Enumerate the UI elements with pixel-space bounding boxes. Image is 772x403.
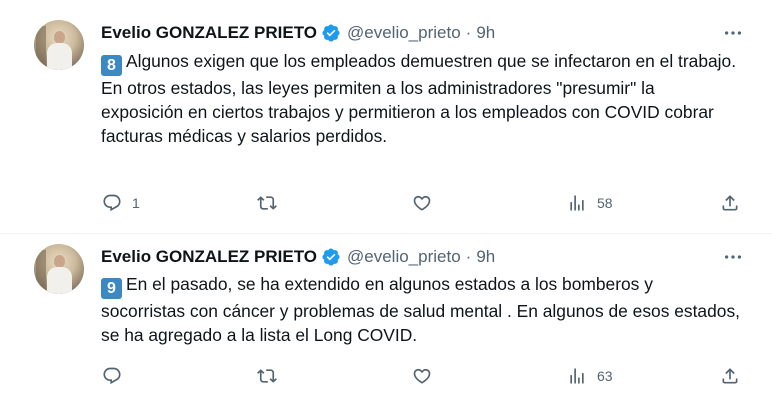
tweet-actions: 63 — [100, 364, 750, 388]
author-handle[interactable]: @evelio_prieto — [347, 247, 461, 267]
like-button[interactable] — [412, 364, 442, 388]
avatar-body — [47, 267, 72, 294]
separator: · — [465, 23, 472, 42]
avatar[interactable] — [34, 20, 84, 70]
tweet-header: Evelio GONZALEZ PRIETO @evelio_prieto · … — [101, 22, 495, 44]
thread: Evelio GONZALEZ PRIETO @evelio_prieto · … — [0, 0, 772, 402]
timestamp[interactable]: 9h — [476, 23, 495, 43]
tweet-header: Evelio GONZALEZ PRIETO @evelio_prieto · … — [101, 246, 495, 268]
views-icon — [570, 368, 584, 384]
share-button[interactable] — [720, 191, 740, 215]
author-name[interactable]: Evelio GONZALEZ PRIETO — [101, 23, 317, 43]
reply-icon — [103, 367, 121, 385]
share-button[interactable] — [720, 364, 740, 388]
tweet-text: 8 Algunos exigen que los empleados demues… — [101, 49, 741, 148]
views-count: 63 — [597, 368, 613, 384]
tweet[interactable]: Evelio GONZALEZ PRIETO @evelio_prieto · … — [0, 0, 772, 233]
views-count: 58 — [597, 195, 613, 211]
avatar-background — [36, 250, 46, 290]
tweet-text-span: En el pasado, se ha extendido en algunos… — [101, 274, 740, 345]
share-icon — [722, 195, 738, 211]
retweet-button[interactable] — [257, 191, 287, 215]
reply-button[interactable]: 1 — [102, 191, 140, 215]
reply-button[interactable] — [102, 364, 132, 388]
author-handle[interactable]: @evelio_prieto — [347, 23, 461, 43]
share-icon — [722, 368, 738, 384]
tweet-text-line: 8 Algunos exigen que los empleados demues… — [101, 49, 741, 76]
like-icon — [413, 195, 431, 211]
tweet-text-line: 9 En el pasado, se ha extendido en alguno… — [101, 272, 741, 347]
more-icon[interactable] — [722, 22, 744, 44]
avatar[interactable] — [34, 244, 84, 294]
keycap-number-icon: 9 — [101, 278, 122, 299]
more-icon[interactable] — [722, 246, 744, 268]
verified-badge-icon — [322, 24, 340, 42]
keycap-number-icon: 8 — [101, 55, 122, 76]
verified-badge-icon — [322, 248, 340, 266]
author-name[interactable]: Evelio GONZALEZ PRIETO — [101, 247, 317, 267]
tweet-actions: 1 58 — [100, 191, 750, 215]
tweet-text-line: En otros estados, las leyes permiten a l… — [101, 78, 714, 146]
reply-count: 1 — [132, 195, 140, 211]
tweet-text-span: Algunos exigen que los empleados demuest… — [126, 51, 737, 71]
timestamp[interactable]: 9h — [476, 247, 495, 267]
views-icon — [570, 195, 584, 211]
views-button[interactable]: 63 — [567, 364, 613, 388]
like-icon — [413, 368, 431, 384]
tweet[interactable]: Evelio GONZALEZ PRIETO @evelio_prieto · … — [0, 233, 772, 403]
reply-icon — [103, 194, 121, 212]
avatar-body — [47, 43, 72, 70]
tweet-text: 9 En el pasado, se ha extendido en alguno… — [101, 272, 741, 347]
retweet-button[interactable] — [257, 364, 287, 388]
retweet-icon — [257, 369, 277, 383]
separator: · — [465, 247, 472, 266]
avatar-background — [36, 26, 46, 66]
views-button[interactable]: 58 — [567, 191, 613, 215]
like-button[interactable] — [412, 191, 442, 215]
retweet-icon — [257, 196, 277, 210]
